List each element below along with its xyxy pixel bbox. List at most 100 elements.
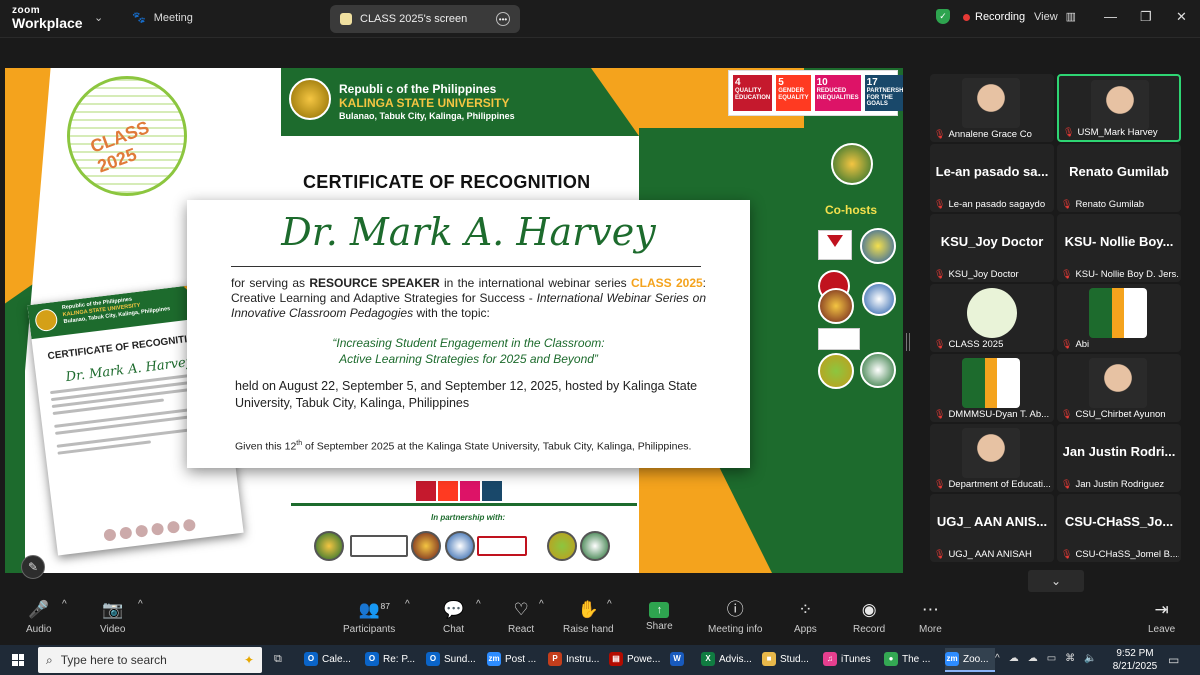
chevron-down-icon[interactable]: ⌄ [94, 11, 103, 24]
participant-display-name: Jan Justin Rodri... [1062, 444, 1176, 459]
react-caret-icon[interactable]: ^ [539, 599, 544, 610]
taskbar-app[interactable]: P Instru... [548, 648, 602, 672]
participant-name: USM_Mark Harvey [1077, 127, 1158, 138]
taskbar-app[interactable]: O Re: P... [365, 648, 419, 672]
more-options-icon[interactable]: ••• [496, 12, 510, 26]
participant-tile[interactable]: 🎙 DMMMSU-Dyan T. Ab... [930, 354, 1054, 422]
participant-tile[interactable]: KSU_Joy Doctor 🎙 KSU_Joy Doctor [930, 214, 1054, 282]
participant-name: KSU- Nollie Boy D. Jers... [1075, 269, 1179, 280]
participant-tile[interactable]: UGJ_ AAN ANIS... 🎙 UGJ_ AAN ANISAH [930, 494, 1054, 562]
task-view-icon[interactable]: ⧉ [274, 653, 282, 666]
participant-tile[interactable]: CSU-CHaSS_Jo... 🎙 CSU-CHaSS_Jomel B.... [1057, 494, 1181, 562]
cohost-seal-4-icon [862, 282, 896, 316]
participant-display-name: KSU_Joy Doctor [940, 234, 1044, 249]
view-label: View [1034, 10, 1058, 23]
resize-handle[interactable] [906, 333, 910, 351]
video-button[interactable]: 📷 Video [100, 599, 125, 635]
shared-screen[interactable]: CLASS 2025 Republi c of the Philippines … [5, 68, 903, 573]
participant-tile[interactable]: 🎙 USM_Mark Harvey [1057, 74, 1181, 142]
participant-display-name: UGJ_ AAN ANIS... [936, 514, 1048, 529]
maximize-icon[interactable]: ❐ [1140, 9, 1152, 25]
clock-date: 8/21/2025 [1112, 661, 1158, 672]
zoomed-certificate-popup: Dr. Mark A. Harvey for serving as RESOUR… [187, 200, 750, 468]
audio-button[interactable]: 🎤 Audio [26, 599, 52, 635]
taskbar-app[interactable]: zm Zoo... [945, 648, 995, 672]
record-button[interactable]: ◉ Record [853, 599, 885, 635]
participant-name: CSU_Chirbet Ayunon [1075, 409, 1166, 420]
zoom-workplace-logo[interactable]: zoom Workplace [12, 6, 83, 31]
volume-icon[interactable]: 🔈 [1084, 653, 1096, 664]
taskbar-app[interactable]: W [670, 648, 694, 672]
cohost-seal-6-icon [860, 352, 896, 388]
taskbar-app[interactable]: X Advis... [701, 648, 755, 672]
paw-icon: 🐾 [132, 12, 146, 24]
taskbar-app[interactable]: ▤ Powe... [609, 648, 663, 672]
view-button[interactable]: View ▥ [1034, 10, 1077, 24]
participant-tile[interactable]: Jan Justin Rodri... 🎙 Jan Justin Rodriguez [1057, 424, 1181, 492]
muted-mic-icon: 🎙 [1061, 409, 1073, 419]
battery-icon[interactable]: ▭ [1047, 653, 1056, 664]
onedrive-2-icon[interactable]: ☁ [1028, 653, 1038, 664]
more-button[interactable]: ⋯ More [919, 599, 942, 635]
participant-tile[interactable]: Le-an pasado sa... 🎙 Le-an pasado sagaydo [930, 144, 1054, 212]
taskbar-clock[interactable]: 9:52 PM 8/21/2025 [1110, 647, 1160, 673]
taskbar-search-box[interactable]: ⌕ Type here to search ✦ [38, 647, 262, 673]
chat-button[interactable]: 💬 Chat [443, 599, 464, 635]
annotate-pencil-icon[interactable]: ✎ [21, 555, 45, 579]
taskbar-app-label: Post ... [505, 653, 537, 665]
itunes-icon: ♫ [823, 652, 837, 666]
apps-button[interactable]: ⁘ Apps [794, 599, 817, 635]
given-date: Given this 12th of September 2025 at the… [235, 440, 692, 453]
participant-tile[interactable]: Renato Gumilab 🎙 Renato Gumilab [1057, 144, 1181, 212]
search-placeholder: Type here to search [60, 653, 167, 667]
security-shield-icon[interactable]: ✓ [936, 9, 950, 24]
taskbar-app[interactable]: O Cale... [304, 648, 358, 672]
meeting-info-button[interactable]: ⓘ Meeting info [708, 599, 762, 635]
taskbar-app[interactable]: ● The ... [884, 648, 938, 672]
recording-indicator[interactable]: Recording [963, 11, 1025, 23]
notifications-icon[interactable]: ▭ [1168, 653, 1179, 667]
gallery-scroll-down-icon[interactable]: ⌄ [1028, 570, 1084, 592]
participant-name: Department of Educati... [948, 479, 1051, 490]
react-button[interactable]: ♡ React [508, 599, 534, 635]
meeting-tab[interactable]: 🐾 Meeting [132, 11, 193, 25]
participant-display-name: KSU- Nollie Boy... [1064, 234, 1174, 249]
participant-tile[interactable]: 🎙 Abi [1057, 284, 1181, 352]
participant-tile[interactable]: 🎙 Annalene Grace Co [930, 74, 1054, 142]
grid-view-icon: ▥ [1065, 11, 1077, 23]
tray-chevron-icon[interactable]: ^ [995, 653, 1000, 664]
republic-text: Republi c of the Philippines [339, 82, 497, 96]
leave-button[interactable]: ⇥ Leave [1148, 599, 1175, 635]
participants-button[interactable]: 👥 87 Participants [343, 599, 395, 635]
participants-caret-icon[interactable]: ^ [405, 599, 410, 610]
close-icon[interactable]: ✕ [1176, 9, 1187, 25]
participant-tile[interactable]: KSU- Nollie Boy... 🎙 KSU- Nollie Boy D. Je… [1057, 214, 1181, 282]
raise-hand-button[interactable]: ✋ Raise hand [563, 599, 614, 635]
recipient-name: Dr. Mark A. Harvey [281, 210, 656, 254]
participant-tile[interactable]: 🎙 CLASS 2025 [930, 284, 1054, 352]
taskbar-app[interactable]: O Sund... [426, 648, 480, 672]
chat-caret-icon[interactable]: ^ [476, 599, 481, 610]
participant-tile[interactable]: 🎙 Department of Educati... [930, 424, 1054, 492]
powerpoint-icon: P [548, 652, 562, 666]
leave-icon: ⇥ [1154, 600, 1169, 619]
video-options-caret-icon[interactable]: ^ [138, 599, 143, 610]
screen-share-tab[interactable]: CLASS 2025's screen ••• [330, 5, 520, 33]
minimize-icon[interactable]: — [1104, 9, 1117, 24]
taskbar-app[interactable]: zm Post ... [487, 648, 541, 672]
network-icon[interactable]: ⌘ [1065, 653, 1075, 664]
sdg-goal-box: 4 QUALITY EDUCATION [733, 75, 773, 111]
onedrive-icon[interactable]: ☁ [1009, 653, 1019, 664]
raise-hand-caret-icon[interactable]: ^ [607, 599, 612, 610]
taskbar-app[interactable]: ♫ iTunes [823, 648, 877, 672]
cohost-seal-2-icon [860, 228, 896, 264]
muted-mic-icon: 🎙 [1061, 479, 1073, 489]
participant-name-tag: 🎙 Department of Educati... [934, 479, 1051, 490]
participant-tile[interactable]: 🎙 CSU_Chirbet Ayunon [1057, 354, 1181, 422]
share-button[interactable]: ↑ Share [646, 599, 673, 632]
audio-options-caret-icon[interactable]: ^ [62, 599, 67, 610]
taskbar-app[interactable]: ■ Stud... [762, 648, 816, 672]
muted-mic-icon: 🎙 [1061, 199, 1073, 209]
windows-start-icon[interactable] [12, 654, 24, 666]
sdg-goal-box: 17PARTNERSHIPS FOR THE GOALS [864, 75, 903, 111]
